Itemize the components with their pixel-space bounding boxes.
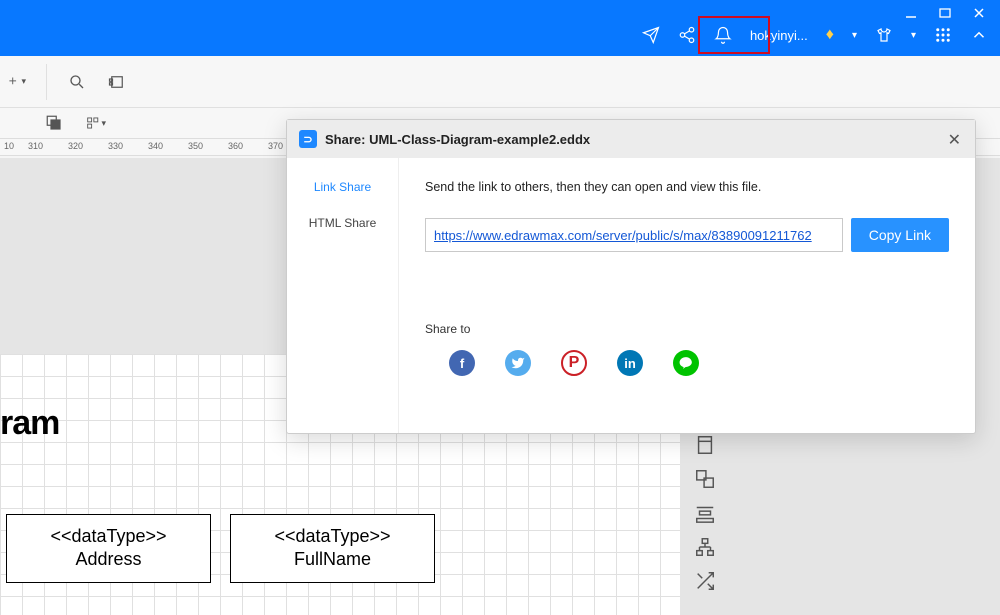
tab-link-share[interactable]: Link Share [314,180,371,194]
tab-html-share[interactable]: HTML Share [309,216,377,230]
share-description: Send the link to others, then they can o… [425,180,949,194]
share-dialog: ⊃ Share: UML-Class-Diagram-example2.eddx… [286,119,976,434]
uml-datatype-fullname[interactable]: <<dataType>> FullName [230,514,435,583]
chevron-down-icon: ▾ [911,30,916,41]
premium-diamond-icon[interactable]: ♦ [826,26,834,44]
chevron-down-icon: ▾ [852,30,857,41]
highlight-annotation [698,16,770,54]
dialog-close-button[interactable]: ✕ [948,130,961,150]
maximize-button[interactable] [938,6,952,20]
ruler-tick: 320 [68,141,83,151]
linkedin-icon[interactable]: in [617,350,643,376]
dialog-main: Send the link to others, then they can o… [399,158,975,433]
search-icon[interactable] [67,72,87,92]
dialog-title: Share: UML-Class-Diagram-example2.eddx [325,132,590,147]
pinterest-icon[interactable]: P [561,350,587,376]
stereotype-label: <<dataType>> [231,525,434,548]
select-all-icon[interactable] [44,113,64,133]
ruler-tick: 330 [108,141,123,151]
ruler-tick: 10 [4,141,14,151]
uml-datatype-address[interactable]: <<dataType>> Address [6,514,211,583]
add-dropdown-icon[interactable]: ▾ [6,72,26,92]
ruler-tick: 310 [28,141,43,151]
minimize-button[interactable] [904,6,918,20]
class-name-label: Address [7,548,210,571]
canvas-side-toolbar [688,434,722,592]
send-icon[interactable] [642,26,660,44]
page-icon[interactable] [694,434,716,456]
titlebar: hokyinyi... ♦ ▾ ▾ [0,0,1000,56]
apps-grid-icon[interactable] [934,26,952,44]
collapse-chevron-icon[interactable] [970,26,988,44]
copy-link-button[interactable]: Copy Link [851,218,949,252]
share-link-input[interactable] [425,218,843,252]
tshirt-icon[interactable] [875,26,893,44]
combine-icon[interactable] [694,468,716,490]
align-icon[interactable] [694,502,716,524]
facebook-icon[interactable]: f [449,350,475,376]
line-icon[interactable] [673,350,699,376]
ruler-tick: 370 [268,141,283,151]
hierarchy-icon[interactable] [694,536,716,558]
main-toolbar: ▾ [0,56,1000,108]
shuffle-icon[interactable] [694,570,716,592]
close-button[interactable] [972,6,986,20]
class-name-label: FullName [231,548,434,571]
ruler-tick: 360 [228,141,243,151]
ruler-tick: 350 [188,141,203,151]
layout-dropdown-icon[interactable]: ▾ [86,113,106,133]
dialog-sidebar: Link Share HTML Share [287,158,399,433]
share-to-label: Share to [425,322,949,336]
stereotype-label: <<dataType>> [7,525,210,548]
share-icon[interactable] [678,26,696,44]
ruler-tick: 340 [148,141,163,151]
component-icon[interactable] [107,72,127,92]
dialog-header: ⊃ Share: UML-Class-Diagram-example2.eddx… [287,120,975,158]
twitter-icon[interactable] [505,350,531,376]
diagram-title: ram [0,404,59,443]
app-logo-icon: ⊃ [299,130,317,148]
